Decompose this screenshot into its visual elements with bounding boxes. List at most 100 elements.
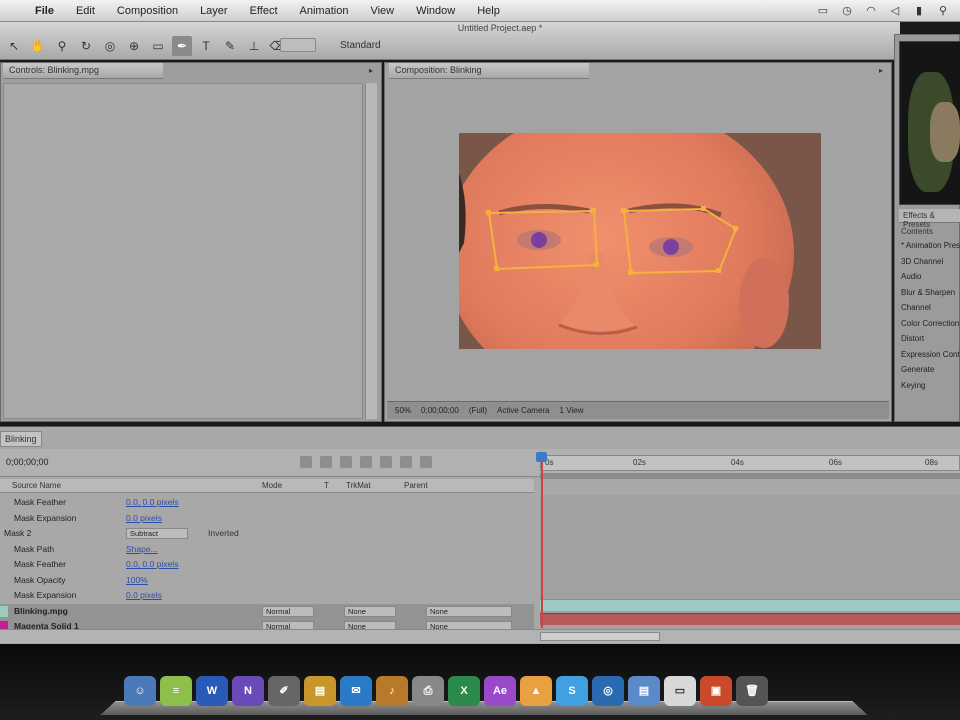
effects-list-item[interactable]: Distort [901,334,960,350]
playhead-handle[interactable] [536,452,547,462]
word-icon[interactable]: W [196,676,228,706]
panel-menu-icon[interactable]: ▸ [879,66,883,75]
onenote-icon[interactable]: N [232,676,264,706]
camera-tool-icon[interactable]: ◎ [100,36,120,56]
menu-help[interactable]: Help [466,5,511,17]
menu-effect[interactable]: Effect [239,5,289,17]
layer-label-color[interactable] [0,605,8,617]
pen-tool-icon[interactable]: ✒ [172,36,192,56]
layer-bar-solid[interactable] [540,613,960,625]
browser-icon[interactable]: ◎ [592,676,624,706]
mask-mode-dropdown[interactable]: Subtract [126,528,188,539]
menu-layer[interactable]: Layer [189,5,239,17]
magnification-dropdown[interactable]: 50% [395,406,411,415]
zoom-tool-icon[interactable]: ⚲ [52,36,72,56]
timeline-timecode[interactable]: 0;00;00;00 [6,457,49,467]
layer-parent-dropdown[interactable]: None [426,605,512,617]
effects-list-item[interactable]: 3D Channel [901,257,960,273]
layer-mode-dropdown[interactable]: Normal [262,605,314,617]
mask-tool-icon[interactable]: ▭ [148,36,168,56]
panel-menu-icon[interactable]: ▸ [369,66,373,75]
time-ruler[interactable]: 0s 02s 04s 06s 08s [540,455,960,471]
battery-icon[interactable]: ▮ [912,5,926,17]
col-parent[interactable]: Parent [404,481,428,490]
effects-presets-tab[interactable]: Effects & Presets [899,209,960,229]
current-time-display[interactable]: 0;00;00;00 [421,406,459,415]
excel-icon[interactable]: X [448,676,480,706]
effects-list-item[interactable]: Generate [901,365,960,381]
spotlight-icon[interactable]: ⚲ [936,5,950,17]
hide-shy-layers-icon[interactable] [340,456,352,468]
timemachine-icon[interactable]: ◷ [840,5,854,17]
property-value[interactable]: 100% [126,575,148,585]
draft-3d-icon[interactable] [320,456,332,468]
mask-row[interactable]: Mask 2 Subtract Inverted [0,526,534,542]
menu-animation[interactable]: Animation [289,5,360,17]
col-source-name[interactable]: Source Name [12,481,61,490]
property-row[interactable]: Mask Opacity 100% [0,573,534,589]
screen-icon[interactable]: ▭ [816,5,830,17]
property-row[interactable]: Mask Feather 0.0, 0.0 pixels [0,495,534,511]
notebook-icon[interactable]: ✐ [268,676,300,706]
layer-bar-blinking[interactable] [540,599,960,611]
stickies-icon[interactable]: ≡ [160,676,192,706]
effects-list-item[interactable]: Keying [901,381,960,397]
work-area-bar[interactable] [540,473,960,479]
timeline-tab[interactable]: Blinking [0,431,42,447]
layer-name[interactable]: Blinking.mpg [14,606,68,616]
layer-tracks[interactable] [540,495,960,629]
menu-edit[interactable]: Edit [65,5,106,17]
effects-list-item[interactable]: Blur & Sharpen [901,288,960,304]
resolution-dropdown[interactable]: (Full) [469,406,487,415]
property-value[interactable]: Shape... [126,544,158,554]
text-tool-icon[interactable]: T [196,36,216,56]
col-trkmat[interactable]: TrkMat [346,481,371,490]
col-mode[interactable]: Mode [262,481,282,490]
effect-controls-tab[interactable]: Controls: Blinking.mpg [3,63,163,79]
menu-window[interactable]: Window [405,5,466,17]
brush-tool-icon[interactable]: ✎ [220,36,240,56]
view-layout-dropdown[interactable]: 1 View [560,406,584,415]
mail-icon[interactable]: ✉ [340,676,372,706]
trash-icon[interactable]: 🗑 [736,676,768,706]
col-t[interactable]: T [324,481,329,490]
motion-blur-icon[interactable] [380,456,392,468]
documents-folder-icon[interactable]: ▤ [628,676,660,706]
clone-tool-icon[interactable]: ⊥ [244,36,264,56]
workspace-label[interactable]: Standard [340,40,381,51]
vlc-icon[interactable]: ▲ [520,676,552,706]
folder-icon[interactable]: ▤ [304,676,336,706]
timeline-zoom-slider[interactable] [540,632,660,641]
pdf-icon[interactable]: ▣ [700,676,732,706]
playhead-line[interactable] [541,452,543,628]
property-row[interactable]: Mask Feather 0.0, 0.0 pixels [0,557,534,573]
selection-tool-icon[interactable]: ↖ [4,36,24,56]
workspace-selector[interactable]: Standard [280,38,381,52]
wifi-icon[interactable]: ◠ [864,5,878,17]
effects-list-item[interactable]: Color Correction [901,319,960,335]
property-row[interactable]: Mask Expansion 0.0 pixels [0,588,534,604]
pan-behind-tool-icon[interactable]: ⊕ [124,36,144,56]
volume-icon[interactable]: ◁ [888,5,902,17]
layer-trkmat-dropdown[interactable]: None [344,605,396,617]
graph-editor-icon[interactable] [420,456,432,468]
property-value[interactable]: 0.0 pixels [126,590,162,600]
workspace-toggle[interactable] [280,38,316,52]
hand-tool-icon[interactable]: ✋ [28,36,48,56]
menu-composition[interactable]: Composition [106,5,189,17]
composition-tab[interactable]: Composition: Blinking [389,63,589,79]
aftereffects-icon[interactable]: Ae [484,676,516,706]
effects-list-item[interactable]: * Animation Presets [901,241,960,257]
finder-icon[interactable]: ☺ [124,676,156,706]
menu-view[interactable]: View [359,5,405,17]
rotate-tool-icon[interactable]: ↻ [76,36,96,56]
property-value[interactable]: 0.0, 0.0 pixels [126,559,178,569]
guitar-icon[interactable]: ♪ [376,676,408,706]
property-row[interactable]: Mask Expansion 0.0 pixels [0,511,534,527]
comp-mini-flowchart-icon[interactable] [300,456,312,468]
effects-list-item[interactable]: Channel [901,303,960,319]
printer-icon[interactable]: ⎙ [412,676,444,706]
composition-viewer[interactable] [459,133,821,349]
menu-file[interactable]: File [24,5,65,17]
mask-inverted-label[interactable]: Inverted [208,528,239,538]
